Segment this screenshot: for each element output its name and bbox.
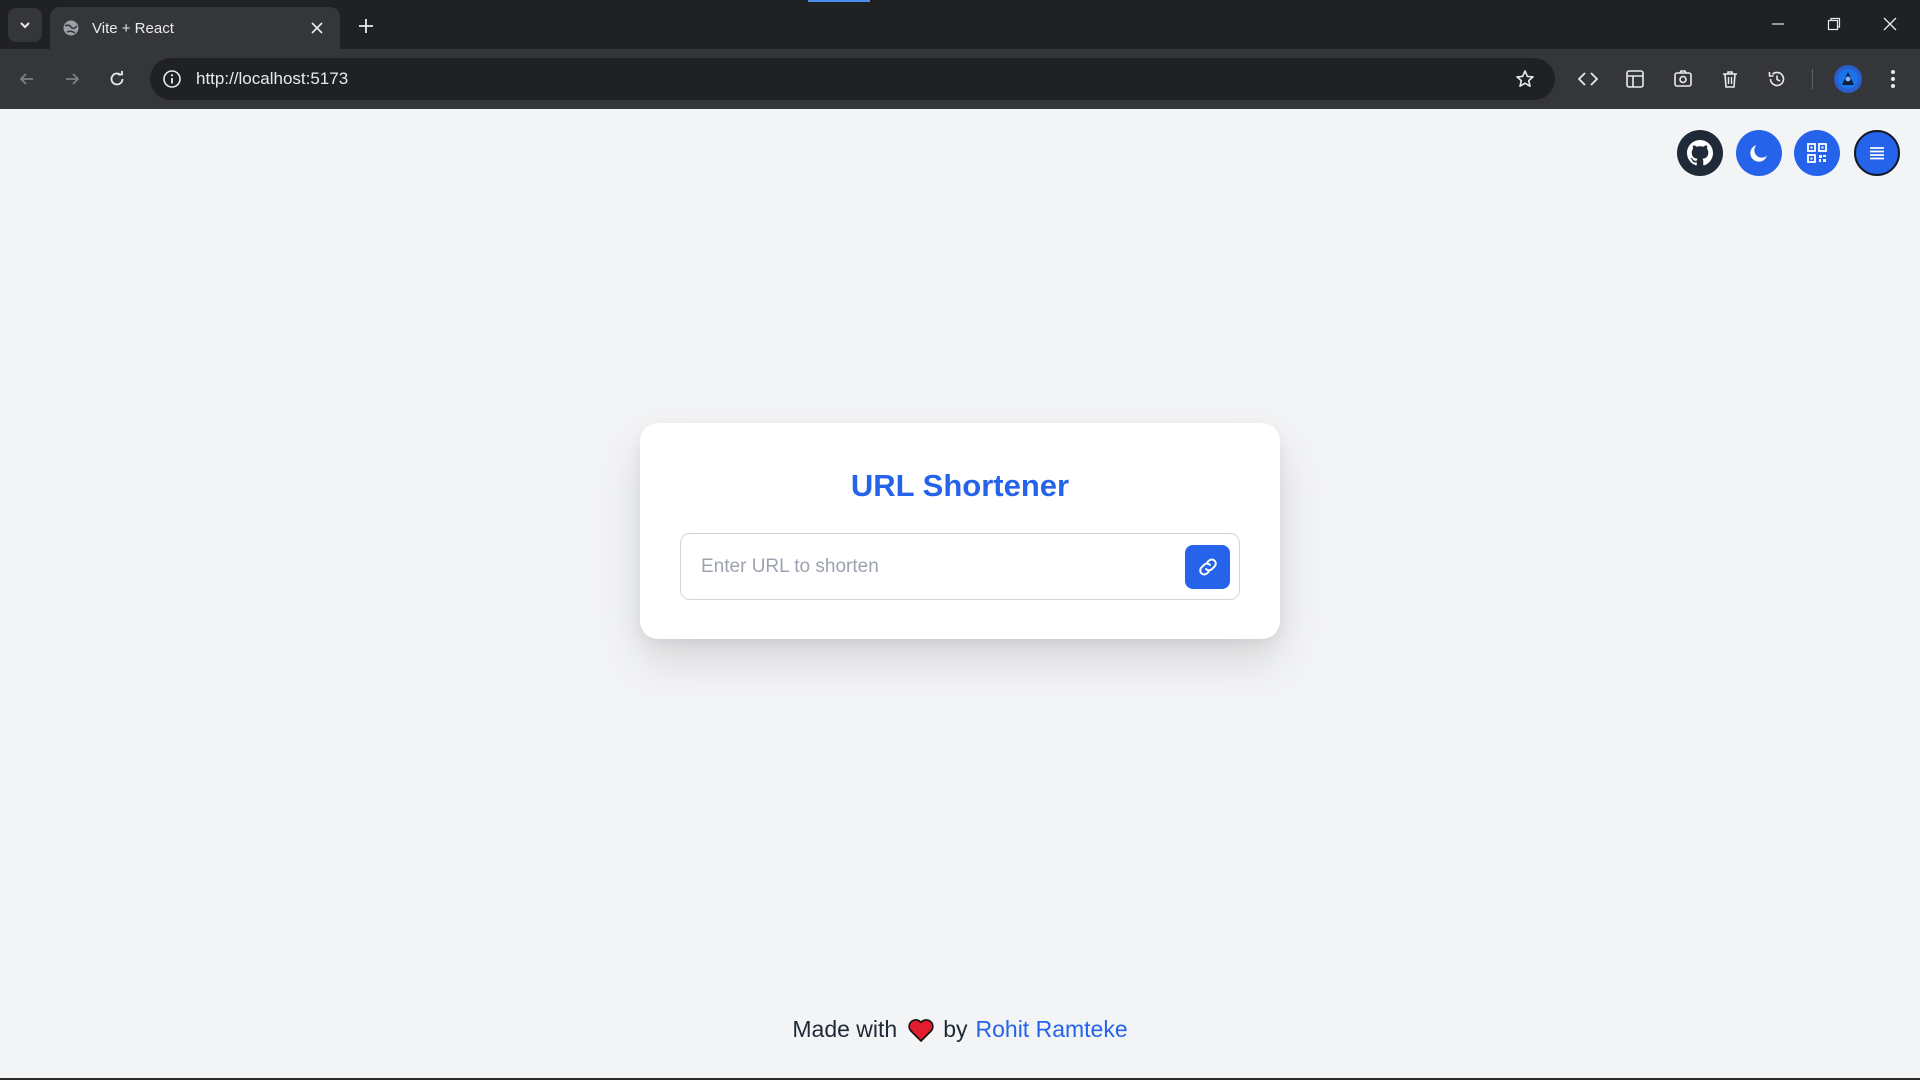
page-title: URL Shortener [850,468,1070,503]
restore-icon [1827,17,1841,31]
theme-toggle-button[interactable] [1736,130,1782,176]
shorten-button[interactable] [1185,545,1230,589]
close-tab-icon[interactable] [306,17,328,39]
avatar-icon [1838,69,1858,89]
screenshot-icon[interactable] [1668,64,1698,94]
restore-button[interactable] [1812,6,1856,42]
footer-by: by [943,1016,968,1042]
globe-icon [62,19,80,37]
tab-search-button[interactable] [8,8,42,42]
page: URL Shortener Made with by Rohit Ramteke [0,109,1920,1080]
more-menu-icon[interactable] [1878,64,1908,94]
menu-button[interactable] [1854,130,1900,176]
address-url[interactable]: http://localhost:5173 [196,69,1513,89]
github-button[interactable] [1677,130,1723,176]
heart-icon [907,1017,935,1043]
code-icon[interactable] [1573,64,1603,94]
moon-icon [1750,145,1767,162]
star-icon[interactable] [1513,67,1537,91]
toolbar-divider [1812,69,1813,89]
arrow-left-icon [19,73,33,85]
minimize-icon [1772,23,1784,25]
forward-button[interactable] [55,62,89,96]
site-info-icon[interactable] [162,69,182,89]
layout-icon[interactable] [1620,64,1650,94]
browser-tab-bar: Vite + React [0,0,1920,49]
footer: Made with by Rohit Ramteke [0,1016,1920,1043]
close-icon [1883,17,1897,31]
url-input-group [680,533,1240,600]
shortener-card: URL Shortener [640,423,1280,639]
profile-avatar[interactable] [1834,65,1862,93]
link-icon [1198,558,1217,576]
github-icon [1687,140,1713,166]
tab-title: Vite + React [92,19,174,37]
tab-strip-indicator [808,0,870,2]
address-bar[interactable]: http://localhost:5173 [150,58,1555,100]
back-button[interactable] [10,62,44,96]
plus-icon [359,19,373,33]
author-link[interactable]: Rohit Ramteke [976,1016,1128,1043]
url-input[interactable] [681,534,1181,599]
reload-icon [110,71,124,86]
browser-tab[interactable]: Vite + React [50,7,340,49]
minimize-button[interactable] [1756,6,1800,42]
browser-toolbar: http://localhost:5173 [0,49,1920,109]
chevron-down-icon [20,22,30,29]
footer-made-with: Made with [792,1016,898,1042]
history-icon[interactable] [1762,64,1792,94]
new-tab-button[interactable] [352,12,380,40]
close-window-button[interactable] [1868,6,1912,42]
menu-icon [1870,147,1884,160]
reload-button[interactable] [100,62,134,96]
trash-icon[interactable] [1715,64,1745,94]
qr-code-button[interactable] [1794,130,1840,176]
qr-code-icon [1807,143,1827,163]
arrow-right-icon [66,73,80,85]
